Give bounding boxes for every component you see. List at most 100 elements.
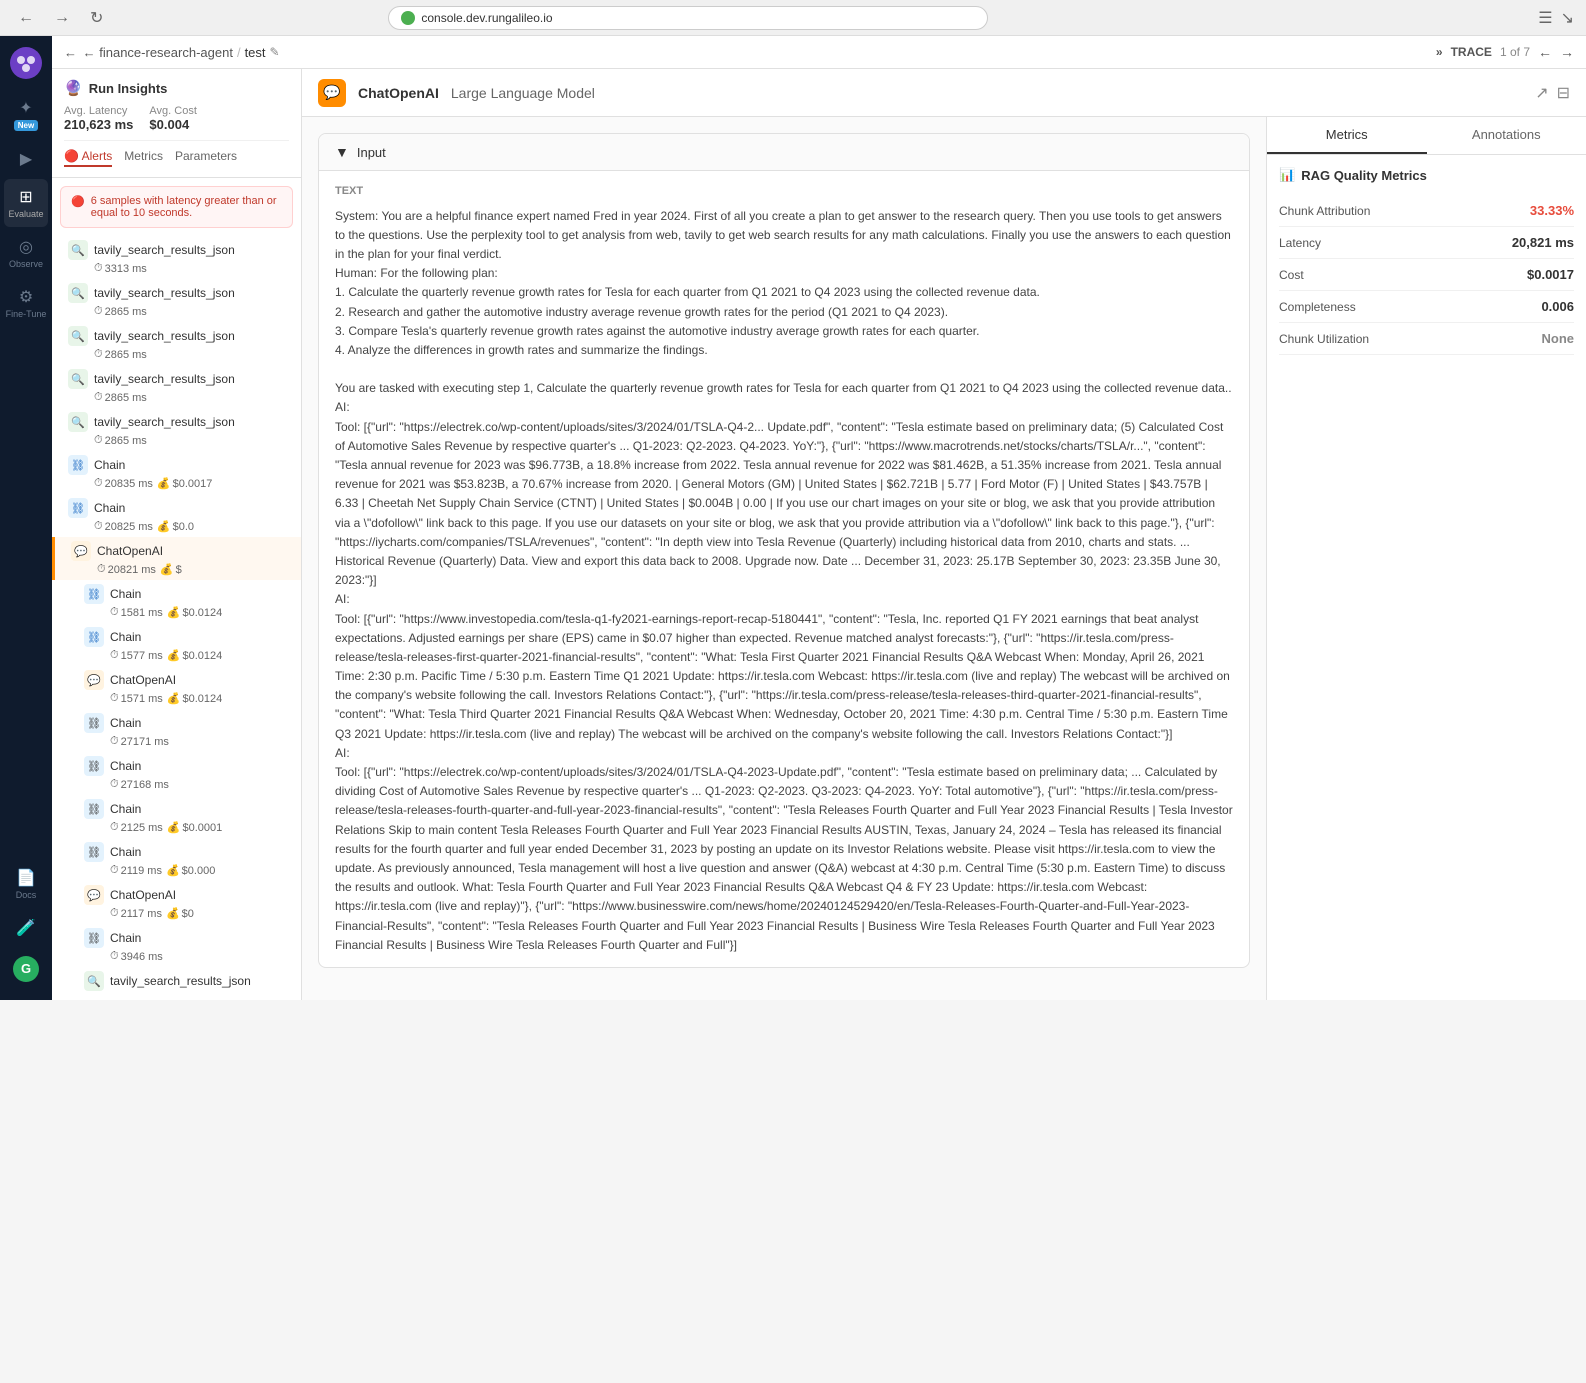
tab-parameters[interactable]: Parameters <box>175 149 237 167</box>
flask-icon: 🧪 <box>16 918 36 938</box>
finetune-icon: ⚙ <box>19 287 33 307</box>
completeness-value: 0.006 <box>1541 299 1574 314</box>
chain-badge-2a: ⏱ 20825 ms <box>94 520 153 533</box>
left-nav: ✦ New ▶ ⊞ Evaluate ◎ Observe ⚙ Fine-Tune… <box>0 36 52 1000</box>
chatgpt-badge-2b: 💰 $0.0124 <box>167 692 222 705</box>
trace-title-label: TRACE <box>1451 45 1492 59</box>
next-trace-btn[interactable]: → <box>1560 44 1574 60</box>
input-title: Input <box>357 145 386 160</box>
browser-bar: ← → ↻ console.dev.rungalileo.io ☰ ↘ <box>0 0 1586 36</box>
insights-tabs: 🔴 Alerts Metrics Parameters <box>64 140 289 167</box>
trace-main: 💬 ChatOpenAI Large Language Model ↗ ⊟ <box>302 69 1586 1000</box>
right-panel: Metrics Annotations 📊 RAG Quality Metric… <box>1266 117 1586 1000</box>
latency-metric-row: Latency 20,821 ms <box>1279 227 1574 259</box>
alert-bar: 🔴 6 samples with latency greater than or… <box>60 186 293 228</box>
expand-btn[interactable]: ↗ <box>1535 83 1548 103</box>
tab-metrics[interactable]: Metrics <box>124 149 163 167</box>
chain-badge-8a: ⏱ 2119 ms <box>110 864 162 877</box>
utilization-value: None <box>1542 331 1575 346</box>
rag-icon: 📊 <box>1279 167 1295 183</box>
trace-item-chain-9[interactable]: ⛓ Chain ⏱ 3946 ms <box>52 924 301 967</box>
alert-icon: 🔴 <box>71 195 85 208</box>
collapse-icon: ▼ <box>335 144 349 160</box>
chatgpt-header-icon: 💬 <box>318 79 346 107</box>
trace-item-chatgpt-3[interactable]: 💬 ChatOpenAI ⏱ 2117 ms 💰 $0 <box>52 881 301 924</box>
trace-item-chain-2[interactable]: ⛓ Chain ⏱ 20825 ms 💰 $0.0 <box>52 494 301 537</box>
trace-item-search-3[interactable]: 🔍 tavily_search_results_json ⏱ 2865 ms <box>52 322 301 365</box>
search-icon-3: 🔍 <box>68 326 88 346</box>
right-panel-tabs: Metrics Annotations <box>1267 117 1586 155</box>
latency-metric-value: 20,821 ms <box>1512 235 1574 250</box>
chatgpt-badge-1b: 💰 $ <box>160 563 182 576</box>
evaluate-icon: ⊞ <box>19 187 32 207</box>
trace-tree: 🔍 tavily_search_results_json ⏱ 3313 ms 🔍… <box>52 236 301 1000</box>
trace-item-chain-8[interactable]: ⛓ Chain ⏱ 2119 ms 💰 $0.000 <box>52 838 301 881</box>
trace-item-name-4: tavily_search_results_json <box>94 372 293 386</box>
agent-back-link[interactable]: ← ← finance-research-agent <box>64 45 233 60</box>
evaluate-label: Evaluate <box>8 209 43 219</box>
split-btn[interactable]: ⊟ <box>1557 83 1570 103</box>
nav-item-docs[interactable]: 📄 Docs <box>4 860 48 908</box>
trace-item-search-2[interactable]: 🔍 tavily_search_results_json ⏱ 2865 ms <box>52 279 301 322</box>
nav-item-observe[interactable]: ◎ Observe <box>4 229 48 277</box>
trace-item-chain-3[interactable]: ⛓ Chain ⏱ 1581 ms 💰 $0.0124 <box>52 580 301 623</box>
trace-item-name-5: tavily_search_results_json <box>94 415 293 429</box>
trace-item-chain-1[interactable]: ⛓ Chain ⏱ 20835 ms 💰 $0.0017 <box>52 451 301 494</box>
nav-item-flask[interactable]: 🧪 <box>4 910 48 946</box>
model-title: ChatOpenAI <box>358 85 439 101</box>
tab-annotations[interactable]: Annotations <box>1427 117 1586 154</box>
trace-label: » <box>1436 45 1443 59</box>
input-section-header[interactable]: ▼ Input <box>319 134 1249 171</box>
chunk-attribution-label: Chunk Attribution <box>1279 204 1370 218</box>
url-bar[interactable]: console.dev.rungalileo.io <box>388 6 988 30</box>
chain-badge-5: ⏱ 27171 ms <box>110 735 169 748</box>
trace-item-chain-name-8: Chain <box>110 845 293 859</box>
trace-item-chain-6[interactable]: ⛓ Chain ⏱ 27168 ms <box>52 752 301 795</box>
trace-item-chatgpt-1[interactable]: 💬 ChatOpenAI ⏱ 20821 ms 💰 $ <box>52 537 301 580</box>
chain-badge-7a: ⏱ 2125 ms <box>110 821 163 834</box>
chain-badge-4a: ⏱ 1577 ms <box>110 649 163 662</box>
cost-stat: Avg. Cost $0.004 <box>149 105 197 132</box>
forward-button[interactable]: → <box>48 7 76 29</box>
trace-item-chain-5[interactable]: ⛓ Chain ⏱ 27171 ms <box>52 709 301 752</box>
tab-metrics[interactable]: Metrics <box>1267 117 1427 154</box>
nav-item-run[interactable]: ▶ <box>4 141 48 177</box>
trace-item-chain-7[interactable]: ⛓ Chain ⏱ 2125 ms 💰 $0.0001 <box>52 795 301 838</box>
agent-name: ← finance-research-agent <box>83 45 233 60</box>
trace-item-chatgpt-name-3: ChatOpenAI <box>110 888 293 902</box>
trace-item-search-1[interactable]: 🔍 tavily_search_results_json ⏱ 3313 ms <box>52 236 301 279</box>
cost-value: $0.004 <box>149 117 197 132</box>
edit-icon[interactable]: ✎ <box>270 45 280 59</box>
nav-item-new[interactable]: ✦ New <box>4 90 48 139</box>
bookmarks-button[interactable]: ☰ <box>1538 8 1552 28</box>
chatgpt-icon-3: 💬 <box>84 885 104 905</box>
trace-item-search-6[interactable]: 🔍 tavily_search_results_json <box>52 967 301 995</box>
url-text: console.dev.rungalileo.io <box>421 11 552 25</box>
trace-item-chatgpt-name-1: ChatOpenAI <box>97 544 293 558</box>
back-button[interactable]: ← <box>12 7 40 29</box>
refresh-button[interactable]: ↻ <box>84 6 109 30</box>
new-badge: New <box>14 120 38 131</box>
trace-item-search-5[interactable]: 🔍 tavily_search_results_json ⏱ 2865 ms <box>52 408 301 451</box>
latency-value: 210,623 ms <box>64 117 133 132</box>
nav-item-finetune[interactable]: ⚙ Fine-Tune <box>4 279 48 327</box>
chain-badge-4b: 💰 $0.0124 <box>167 649 222 662</box>
trace-item-chatgpt-2[interactable]: 💬 ChatOpenAI ⏱ 1571 ms 💰 $0.0124 <box>52 666 301 709</box>
page-indicator: 1 of 7 <box>1500 45 1530 59</box>
user-avatar: G <box>13 956 39 982</box>
back-arrow: ← <box>64 45 77 60</box>
trace-item-chain-4[interactable]: ⛓ Chain ⏱ 1577 ms 💰 $0.0124 <box>52 623 301 666</box>
trace-sidebar: 🔮 Run Insights Avg. Latency 210,623 ms A… <box>52 69 302 1000</box>
chunk-attribution-row[interactable]: Chunk Attribution 33.33% <box>1279 195 1574 227</box>
text-label: Text <box>335 183 1233 201</box>
fullscreen-button[interactable]: ↘ <box>1561 8 1574 28</box>
nav-item-evaluate[interactable]: ⊞ Evaluate <box>4 179 48 227</box>
prev-trace-btn[interactable]: ← <box>1538 44 1552 60</box>
nav-item-user[interactable]: G <box>4 948 48 990</box>
trace-item-chain-name-9: Chain <box>110 931 293 945</box>
stats-row: Avg. Latency 210,623 ms Avg. Cost $0.004 <box>64 105 289 132</box>
tab-alerts[interactable]: 🔴 Alerts <box>64 149 112 167</box>
insights-icon: 🔮 <box>64 79 83 97</box>
docs-icon: 📄 <box>16 868 36 888</box>
trace-item-search-4[interactable]: 🔍 tavily_search_results_json ⏱ 2865 ms <box>52 365 301 408</box>
